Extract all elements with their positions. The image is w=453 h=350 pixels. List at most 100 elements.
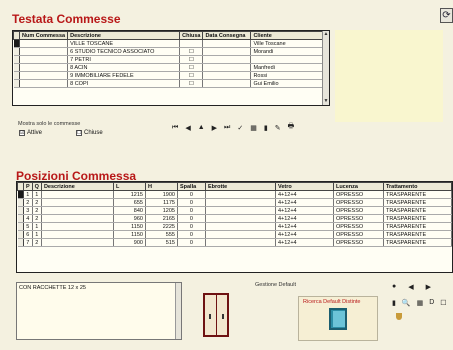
cell-h[interactable]: 1900 bbox=[145, 190, 178, 199]
cell-spalla[interactable]: 0 bbox=[177, 190, 206, 199]
cell-h[interactable]: 555 bbox=[145, 230, 178, 239]
d-icon[interactable]: D bbox=[429, 299, 434, 307]
cell-num[interactable] bbox=[19, 55, 69, 64]
cell-data[interactable] bbox=[202, 63, 252, 72]
delete-tool-icon[interactable]: ▮ bbox=[392, 299, 396, 307]
ricerca-default-button[interactable]: Ricerca Default Distinte bbox=[298, 296, 378, 341]
note-text[interactable]: CON RACCHETTE 12 x 25 bbox=[19, 285, 86, 291]
cell-chiusa[interactable]: ☐ bbox=[179, 55, 204, 64]
cell-descrizione[interactable]: 6 STUDIO TECNICO ASSOCIATO bbox=[67, 47, 181, 56]
cell-data[interactable] bbox=[202, 47, 252, 56]
cell-lucenza[interactable]: OPRESSO bbox=[333, 206, 384, 215]
col-p[interactable]: P bbox=[23, 182, 33, 191]
cell-trattamento[interactable]: TRASPARENTE bbox=[383, 214, 452, 223]
cell-trattamento[interactable]: TRASPARENTE bbox=[383, 206, 452, 215]
col-vetro[interactable]: Vetro bbox=[274, 182, 334, 191]
cell-cliente[interactable]: Ville Toscane bbox=[250, 39, 329, 48]
cell-lucenza[interactable]: OPRESSO bbox=[333, 222, 384, 231]
cell-trattamento[interactable]: TRASPARENTE bbox=[383, 190, 452, 199]
cell-descrizione[interactable]: 7 PETRI bbox=[67, 55, 181, 64]
cell-trattamento[interactable]: TRASPARENTE bbox=[383, 198, 452, 207]
cell-data[interactable] bbox=[202, 39, 252, 48]
search-icon[interactable]: 🔍 bbox=[402, 299, 411, 307]
table-row[interactable]: 3 2 840 1205 0 4+12+4 OPRESSO TRASPARENTE bbox=[17, 206, 452, 215]
grid-tool-icon[interactable]: ▦ bbox=[417, 299, 424, 307]
col-data-consegna[interactable]: Data Consegna bbox=[202, 31, 252, 40]
cell-q[interactable]: 2 bbox=[32, 206, 42, 215]
col-q[interactable]: Q bbox=[31, 182, 42, 191]
cell-descrizione[interactable] bbox=[41, 206, 114, 215]
cell-trattamento[interactable]: TRASPARENTE bbox=[383, 230, 452, 239]
col-descrizione[interactable]: Descrizione bbox=[40, 182, 114, 191]
commesse-grid[interactable]: Num Commessa Descrizione Chiusa Data Con… bbox=[12, 30, 330, 106]
cell-cliente[interactable]: Gui Emilio bbox=[250, 79, 329, 88]
cell-trattamento[interactable]: TRASPARENTE bbox=[383, 238, 452, 247]
cell-vetro[interactable]: 4+12+4 bbox=[275, 198, 334, 207]
cell-vetro[interactable]: 4+12+4 bbox=[275, 238, 334, 247]
cell-p[interactable]: 5 bbox=[23, 222, 33, 231]
cell-ebrotte[interactable] bbox=[205, 198, 276, 207]
table-row[interactable]: 5 1 1150 2225 0 4+12+4 OPRESSO TRASPARENTE bbox=[17, 222, 452, 231]
col-descrizione[interactable]: Descrizione bbox=[67, 31, 181, 40]
cell-descrizione[interactable] bbox=[41, 190, 114, 199]
cell-data[interactable] bbox=[202, 71, 252, 80]
note-scrollbar[interactable] bbox=[175, 283, 181, 339]
cell-chiusa[interactable]: ☐ bbox=[179, 47, 204, 56]
cell-data[interactable] bbox=[202, 55, 252, 64]
cell-spalla[interactable]: 0 bbox=[177, 230, 206, 239]
table-row[interactable]: 1 1 1215 1900 0 4+12+4 OPRESSO TRASPARENTE bbox=[17, 190, 452, 199]
cell-h[interactable]: 2165 bbox=[145, 214, 178, 223]
cell-chiusa[interactable]: ☐ bbox=[179, 71, 204, 80]
cell-l[interactable]: 840 bbox=[113, 206, 146, 215]
cell-q[interactable]: 2 bbox=[32, 198, 42, 207]
col-spalla[interactable]: Spalla bbox=[176, 182, 206, 191]
cell-h[interactable]: 1175 bbox=[145, 198, 178, 207]
cell-descrizione[interactable] bbox=[41, 230, 114, 239]
table-row[interactable]: 6 STUDIO TECNICO ASSOCIATO ☐ Morandi bbox=[13, 47, 329, 56]
cell-ebrotte[interactable] bbox=[205, 238, 276, 247]
cell-ebrotte[interactable] bbox=[205, 206, 276, 215]
cell-spalla[interactable]: 0 bbox=[177, 222, 206, 231]
col-l[interactable]: L bbox=[112, 182, 146, 191]
table-row[interactable]: 9 IMMOBILIARE FEDELE ☐ Rossi bbox=[13, 71, 329, 80]
cell-descrizione[interactable]: 9 IMMOBILIARE FEDELE bbox=[67, 71, 181, 80]
nav-first-icon[interactable]: ⏮ bbox=[172, 124, 178, 132]
cell-h[interactable]: 515 bbox=[145, 238, 178, 247]
cell-l[interactable]: 1150 bbox=[113, 222, 146, 231]
nav-last-icon[interactable]: ⏭ bbox=[224, 124, 230, 132]
cell-descrizione[interactable]: 8 ACIN bbox=[67, 63, 181, 72]
cell-ebrotte[interactable] bbox=[205, 214, 276, 223]
refresh-icon[interactable]: ⟳ bbox=[440, 8, 453, 23]
cell-vetro[interactable]: 4+12+4 bbox=[275, 230, 334, 239]
cell-l[interactable]: 1215 bbox=[113, 190, 146, 199]
col-ebrotte[interactable]: Ebrotte bbox=[204, 182, 276, 191]
cell-num[interactable] bbox=[19, 79, 69, 88]
cell-spalla[interactable]: 0 bbox=[177, 238, 206, 247]
edit-icon[interactable]: ✎ bbox=[275, 124, 281, 132]
cell-descrizione[interactable] bbox=[41, 198, 114, 207]
dot-icon[interactable]: ● bbox=[392, 283, 396, 291]
cell-lucenza[interactable]: OPRESSO bbox=[333, 230, 384, 239]
cell-q[interactable]: 1 bbox=[32, 230, 42, 239]
col-trattamento[interactable]: Trattamento bbox=[382, 182, 452, 191]
table-row[interactable]: 8 COPI ☐ Gui Emilio bbox=[13, 79, 329, 88]
cell-spalla[interactable]: 0 bbox=[177, 206, 206, 215]
cell-trattamento[interactable]: TRASPARENTE bbox=[383, 222, 452, 231]
col-chiusa[interactable]: Chiusa bbox=[179, 31, 204, 40]
cell-descrizione[interactable] bbox=[41, 238, 114, 247]
cell-h[interactable]: 2225 bbox=[145, 222, 178, 231]
cell-vetro[interactable]: 4+12+4 bbox=[275, 222, 334, 231]
nav-up-icon[interactable]: ▲ bbox=[198, 124, 205, 131]
attive-checkbox[interactable]: ☑ Attive bbox=[19, 130, 42, 136]
cell-h[interactable]: 1205 bbox=[145, 206, 178, 215]
confirm-icon[interactable]: ✓ bbox=[237, 124, 243, 132]
cell-q[interactable]: 2 bbox=[32, 214, 42, 223]
cell-p[interactable]: 7 bbox=[23, 238, 33, 247]
cell-vetro[interactable]: 4+12+4 bbox=[275, 190, 334, 199]
new-icon[interactable]: ☐ bbox=[440, 299, 446, 307]
cell-descrizione[interactable] bbox=[41, 222, 114, 231]
right-arrow-icon[interactable]: ▶ bbox=[426, 283, 431, 291]
cell-spalla[interactable]: 0 bbox=[177, 198, 206, 207]
cell-ebrotte[interactable] bbox=[205, 222, 276, 231]
table-row[interactable]: 4 2 960 2165 0 4+12+4 OPRESSO TRASPARENTE bbox=[17, 214, 452, 223]
